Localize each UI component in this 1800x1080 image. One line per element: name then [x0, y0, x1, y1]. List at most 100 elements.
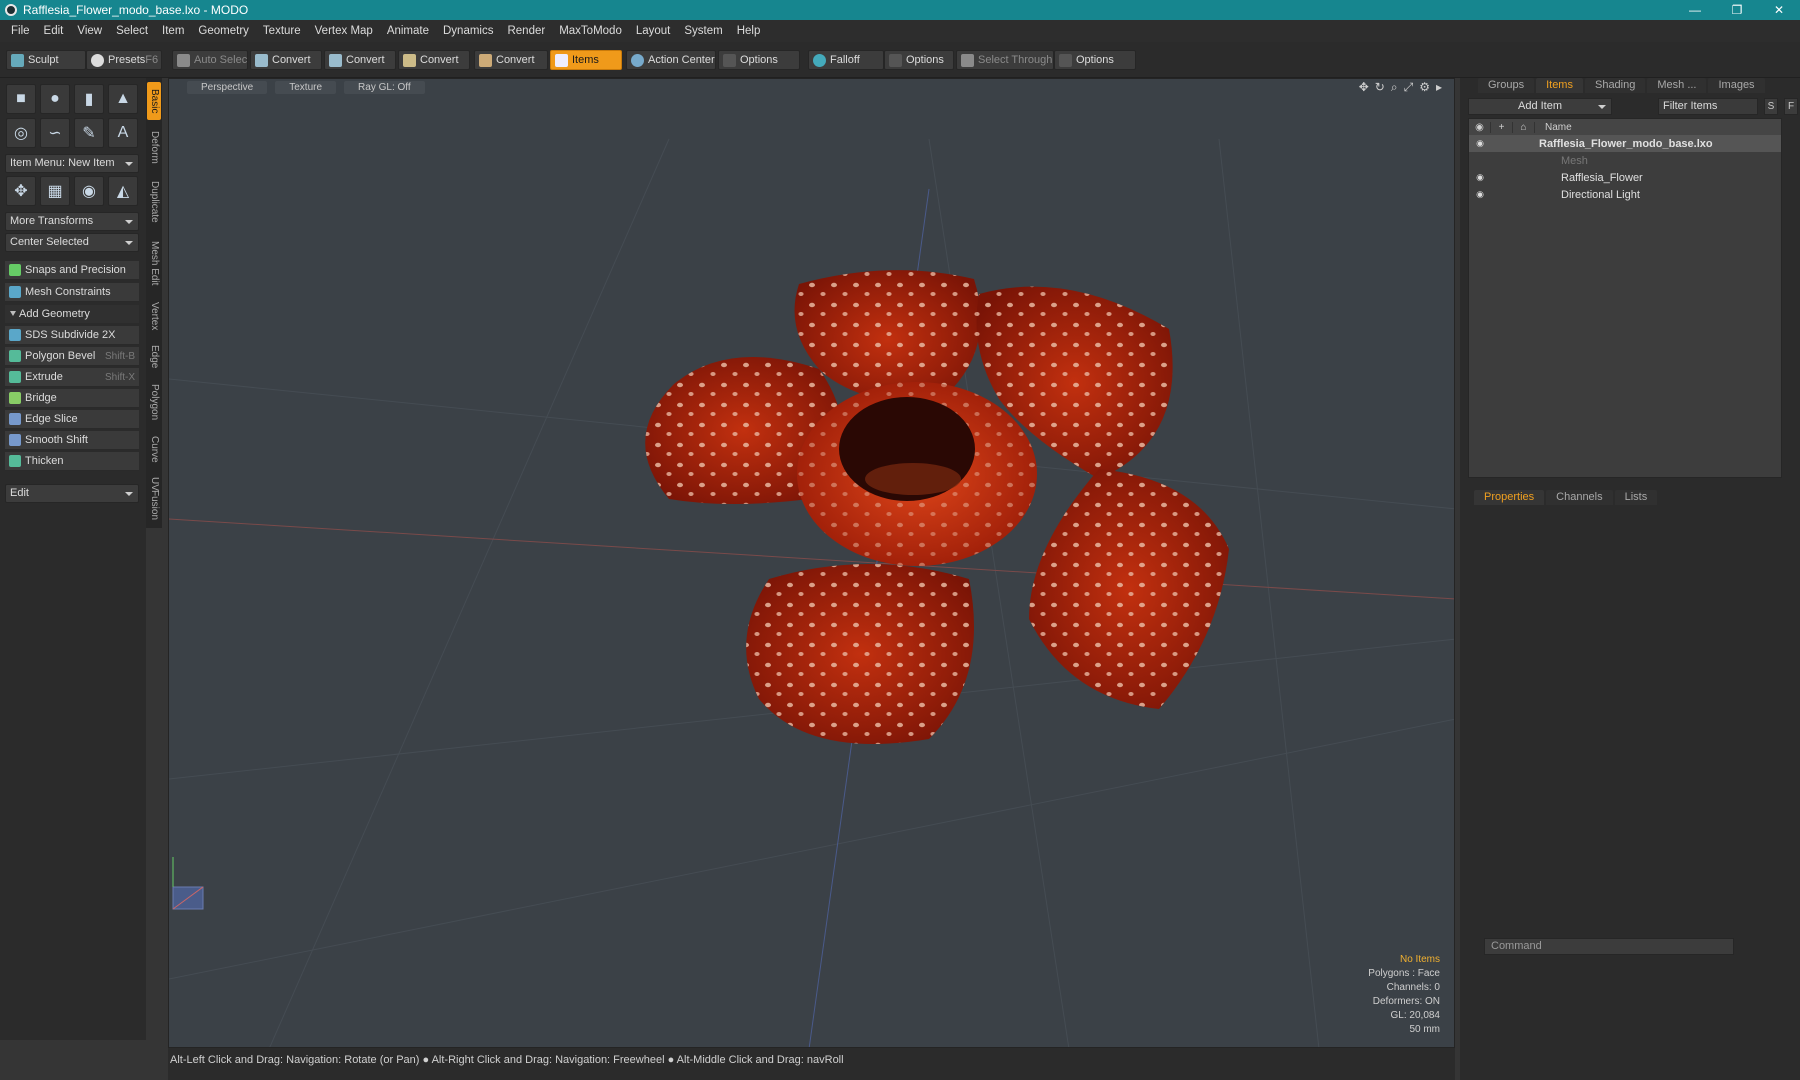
tab-edge[interactable]: Edge	[147, 340, 161, 374]
menu-layout[interactable]: Layout	[629, 25, 678, 37]
auto-select-button[interactable]: Auto Select	[172, 50, 248, 70]
presets-button[interactable]: Presets F6	[86, 50, 162, 70]
filter-items-input[interactable]: Filter Items	[1658, 98, 1758, 115]
tab-mesh[interactable]: Mesh ...	[1647, 78, 1707, 93]
options-button-2[interactable]: Options	[884, 50, 954, 70]
zoom-view-icon[interactable]: ⌕	[1391, 80, 1398, 95]
text-icon[interactable]: A	[108, 118, 138, 148]
tab-properties[interactable]: Properties	[1474, 490, 1545, 505]
convert-edge-button[interactable]: Convert	[324, 50, 396, 70]
tab-basic[interactable]: Basic	[147, 82, 161, 120]
lock-col-icon: +	[1491, 121, 1513, 133]
sphere-icon[interactable]: ●	[40, 84, 70, 114]
tree-row-mesh[interactable]: Mesh	[1469, 152, 1781, 169]
menu-render[interactable]: Render	[500, 25, 552, 37]
f-toggle-button[interactable]: F	[1784, 98, 1798, 115]
item-menu-dropdown[interactable]: Item Menu: New Item	[5, 154, 139, 173]
convert-material-button[interactable]: Convert	[474, 50, 548, 70]
rotate-view-icon[interactable]: ↻	[1375, 80, 1385, 95]
grid-icon[interactable]: ▦	[40, 176, 70, 206]
tab-items[interactable]: Items	[1536, 78, 1583, 93]
gear-icon[interactable]: ⚙	[1419, 80, 1430, 95]
menu-dynamics[interactable]: Dynamics	[436, 25, 500, 37]
rafflesia-flower-mesh[interactable]	[645, 270, 1229, 744]
add-geometry-header[interactable]: Add Geometry	[5, 305, 139, 323]
globe-icon[interactable]: ◉	[74, 176, 104, 206]
convert-vertex-button[interactable]: Convert	[250, 50, 322, 70]
menu-item[interactable]: Item	[155, 25, 191, 37]
mesh-constraints-button[interactable]: Mesh Constraints	[5, 283, 139, 302]
edge-slice-button[interactable]: Edge Slice	[5, 410, 139, 429]
polygon-bevel-button[interactable]: Polygon Bevel Shift-B	[5, 347, 139, 366]
tree-row-flower[interactable]: ◉ Rafflesia_Flower	[1469, 169, 1781, 186]
add-item-dropdown[interactable]: Add Item	[1468, 98, 1612, 115]
tab-groups[interactable]: Groups	[1478, 78, 1535, 93]
menu-system[interactable]: System	[677, 25, 729, 37]
menu-view[interactable]: View	[70, 25, 109, 37]
pyramid-icon[interactable]: ◭	[108, 176, 138, 206]
tab-images[interactable]: Images	[1708, 78, 1765, 93]
command-input[interactable]: Command	[1484, 938, 1734, 955]
move-view-icon[interactable]: ✥	[1359, 80, 1369, 95]
bridge-button[interactable]: Bridge	[5, 389, 139, 408]
menu-maxtomodo[interactable]: MaxToModo	[552, 25, 629, 37]
menu-vertex-map[interactable]: Vertex Map	[308, 25, 380, 37]
extrude-button[interactable]: Extrude Shift-X	[5, 368, 139, 387]
transform-icon[interactable]: ✥	[6, 176, 36, 206]
minimize-button[interactable]: —	[1674, 0, 1716, 20]
more-transforms-dropdown[interactable]: More Transforms	[5, 212, 139, 231]
cylinder-icon[interactable]: ▮	[74, 84, 104, 114]
tab-curve[interactable]: Curve	[147, 430, 161, 468]
snaps-precision-button[interactable]: Snaps and Precision	[5, 261, 139, 280]
menu-file[interactable]: File	[4, 25, 37, 37]
tab-mesh-edit[interactable]: Mesh Edit	[147, 234, 161, 292]
tab-channels[interactable]: Channels	[1546, 490, 1613, 505]
menu-select[interactable]: Select	[109, 25, 155, 37]
menu-edit[interactable]: Edit	[37, 25, 71, 37]
eye-icon[interactable]: ◉	[1469, 138, 1491, 149]
thicken-button[interactable]: Thicken	[5, 452, 139, 471]
smooth-shift-button[interactable]: Smooth Shift	[5, 431, 139, 450]
tab-deform[interactable]: Deform	[147, 124, 161, 170]
s-toggle-button[interactable]: S	[1764, 98, 1778, 115]
menu-geometry[interactable]: Geometry	[191, 25, 256, 37]
cone-icon[interactable]: ▲	[108, 84, 138, 114]
tab-lists[interactable]: Lists	[1614, 490, 1658, 505]
select-through-button[interactable]: Select Through	[956, 50, 1054, 70]
tab-duplicate[interactable]: Duplicate	[147, 174, 161, 230]
texture-tab[interactable]: Texture	[275, 81, 337, 94]
raygl-tab[interactable]: Ray GL: Off	[344, 81, 425, 94]
tree-row-light[interactable]: ◉ Directional Light	[1469, 186, 1781, 203]
sculpt-button[interactable]: Sculpt	[6, 50, 86, 70]
convert-polygon-button[interactable]: Convert	[398, 50, 470, 70]
falloff-button[interactable]: Falloff	[808, 50, 884, 70]
torus-icon[interactable]: ◎	[6, 118, 36, 148]
tab-polygon[interactable]: Polygon	[147, 378, 161, 426]
tube-icon[interactable]: ∽	[40, 118, 70, 148]
3d-viewport[interactable]: Perspective Texture Ray GL: Off ✥ ↻ ⌕ ⤢ …	[168, 78, 1455, 1048]
tab-shading[interactable]: Shading	[1584, 78, 1646, 93]
eye-icon[interactable]: ◉	[1469, 189, 1491, 200]
menu-texture[interactable]: Texture	[256, 25, 308, 37]
edit-dropdown[interactable]: Edit	[5, 484, 139, 503]
edge-icon	[329, 53, 342, 67]
items-mode-button[interactable]: Items	[550, 50, 622, 70]
maximize-button[interactable]: ❐	[1716, 0, 1758, 20]
close-button[interactable]: ✕	[1758, 0, 1800, 20]
center-selected-dropdown[interactable]: Center Selected	[5, 233, 139, 252]
options-button-3[interactable]: Options	[1054, 50, 1136, 70]
menu-animate[interactable]: Animate	[380, 25, 436, 37]
eye-icon[interactable]: ◉	[1469, 172, 1491, 183]
sds-subdivide-button[interactable]: SDS Subdivide 2X	[5, 326, 139, 345]
menu-help[interactable]: Help	[730, 25, 768, 37]
pen-icon[interactable]: ✎	[74, 118, 104, 148]
perspective-tab[interactable]: Perspective	[187, 81, 268, 94]
play-arrow-icon[interactable]: ▸	[1436, 80, 1442, 95]
options-button-1[interactable]: Options	[718, 50, 800, 70]
tab-vertex[interactable]: Vertex	[147, 296, 161, 336]
tab-fusion[interactable]: Fusion	[147, 482, 161, 528]
action-center-button[interactable]: Action Center	[626, 50, 716, 70]
cube-icon[interactable]: ■	[6, 84, 36, 114]
tree-row-scene[interactable]: ◉ Rafflesia_Flower_modo_base.lxo	[1469, 135, 1781, 152]
fit-view-icon[interactable]: ⤢	[1404, 80, 1414, 95]
